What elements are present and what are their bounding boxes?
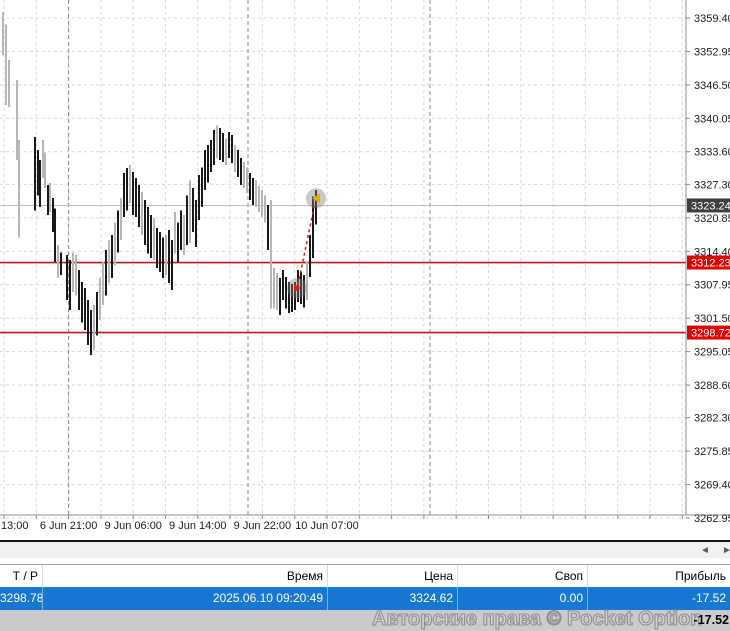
column-header-swap[interactable]: Своп bbox=[458, 565, 588, 587]
price-tick-label: 3320.85 bbox=[694, 213, 730, 225]
column-header-price[interactable]: Цена bbox=[328, 565, 458, 587]
column-header-time[interactable]: Время bbox=[43, 565, 328, 587]
profit-total: -17.52 bbox=[693, 613, 729, 627]
price-badge-1: 3312.23 bbox=[687, 255, 730, 270]
horizontal-scrollbar[interactable]: ◄ ► bbox=[0, 540, 730, 558]
price-tick-label: 3352.95 bbox=[694, 46, 730, 58]
time-tick-label: 13:00 bbox=[1, 520, 29, 532]
position-cell-price: 3324.62 bbox=[328, 587, 458, 610]
price-badge-0: 3323.24 bbox=[687, 198, 730, 213]
position-cell-profit: -17.52 bbox=[691, 591, 726, 605]
price-tick-label: 3307.95 bbox=[694, 280, 730, 292]
price-tick-label: 3333.60 bbox=[694, 147, 730, 159]
positions-table: Т / Р Время Цена Своп Прибыль 3298.78 2025.06… bbox=[0, 564, 730, 610]
positions-table-header: Т / Р Время Цена Своп Прибыль bbox=[0, 564, 730, 587]
position-row[interactable]: 3298.78 2025.06.10 09:20:49 3324.62 0.00 -17… bbox=[0, 587, 730, 610]
scroll-left-icon[interactable]: ◄ bbox=[700, 543, 710, 558]
trading-terminal-window: 3359.40 3352.95 3346.50 3340.05 3333.60 3327.… bbox=[0, 0, 730, 631]
price-bars bbox=[2, 11, 317, 355]
time-axis-labels[interactable]: 13:00 6 Jun 21:00 9 Jun 06:00 9 Jun 14:00 9 … bbox=[1, 520, 359, 532]
trade-exit-marker[interactable] bbox=[306, 188, 326, 209]
price-tick-label: 3288.60 bbox=[694, 380, 730, 392]
price-tick-label: 3340.05 bbox=[694, 113, 730, 125]
svg-text:3312.23: 3312.23 bbox=[691, 258, 730, 270]
position-cell-time: 2025.06.10 09:20:49 bbox=[43, 587, 328, 610]
price-tick-label: 3275.85 bbox=[694, 446, 730, 458]
time-tick-label: 9 Jun 22:00 bbox=[234, 520, 292, 532]
time-tick-label: 9 Jun 06:00 bbox=[104, 520, 162, 532]
svg-text:3298.72: 3298.72 bbox=[691, 328, 730, 340]
price-tick-label: 3301.50 bbox=[694, 313, 730, 325]
price-tick-label: 3262.95 bbox=[694, 513, 730, 525]
pocket-option-watermark: Авторские права © Pocket Option bbox=[371, 608, 703, 630]
time-tick-label: 10 Jun 07:00 bbox=[295, 520, 359, 532]
price-tick-label: 3282.30 bbox=[694, 413, 730, 425]
trade-entry-marker[interactable] bbox=[287, 278, 307, 299]
svg-text:3323.24: 3323.24 bbox=[691, 200, 730, 212]
time-tick-label: 9 Jun 14:00 bbox=[169, 520, 227, 532]
column-header-tp[interactable]: Т / Р bbox=[0, 565, 43, 587]
price-badge-2: 3298.72 bbox=[687, 325, 730, 340]
table-footer: Авторские права © Pocket Option -17.52 bbox=[0, 608, 730, 631]
price-chart-canvas[interactable]: 3359.40 3352.95 3346.50 3340.05 3333.60 3327.… bbox=[0, 0, 730, 540]
price-tick-label: 3359.40 bbox=[694, 13, 730, 25]
time-tick-label: 6 Jun 21:00 bbox=[40, 520, 98, 532]
period-separators bbox=[68, 0, 431, 515]
price-tick-label: 3269.40 bbox=[694, 480, 730, 492]
price-tick-label: 3346.50 bbox=[694, 80, 730, 92]
price-tick-label: 3295.05 bbox=[694, 347, 730, 359]
position-cell-swap: 0.00 bbox=[458, 587, 588, 610]
scroll-right-icon[interactable]: ► bbox=[722, 543, 730, 558]
column-header-profit[interactable]: Прибыль bbox=[588, 565, 730, 587]
price-tick-label: 3327.30 bbox=[694, 179, 730, 191]
position-cell-tp: 3298.78 bbox=[0, 587, 43, 610]
